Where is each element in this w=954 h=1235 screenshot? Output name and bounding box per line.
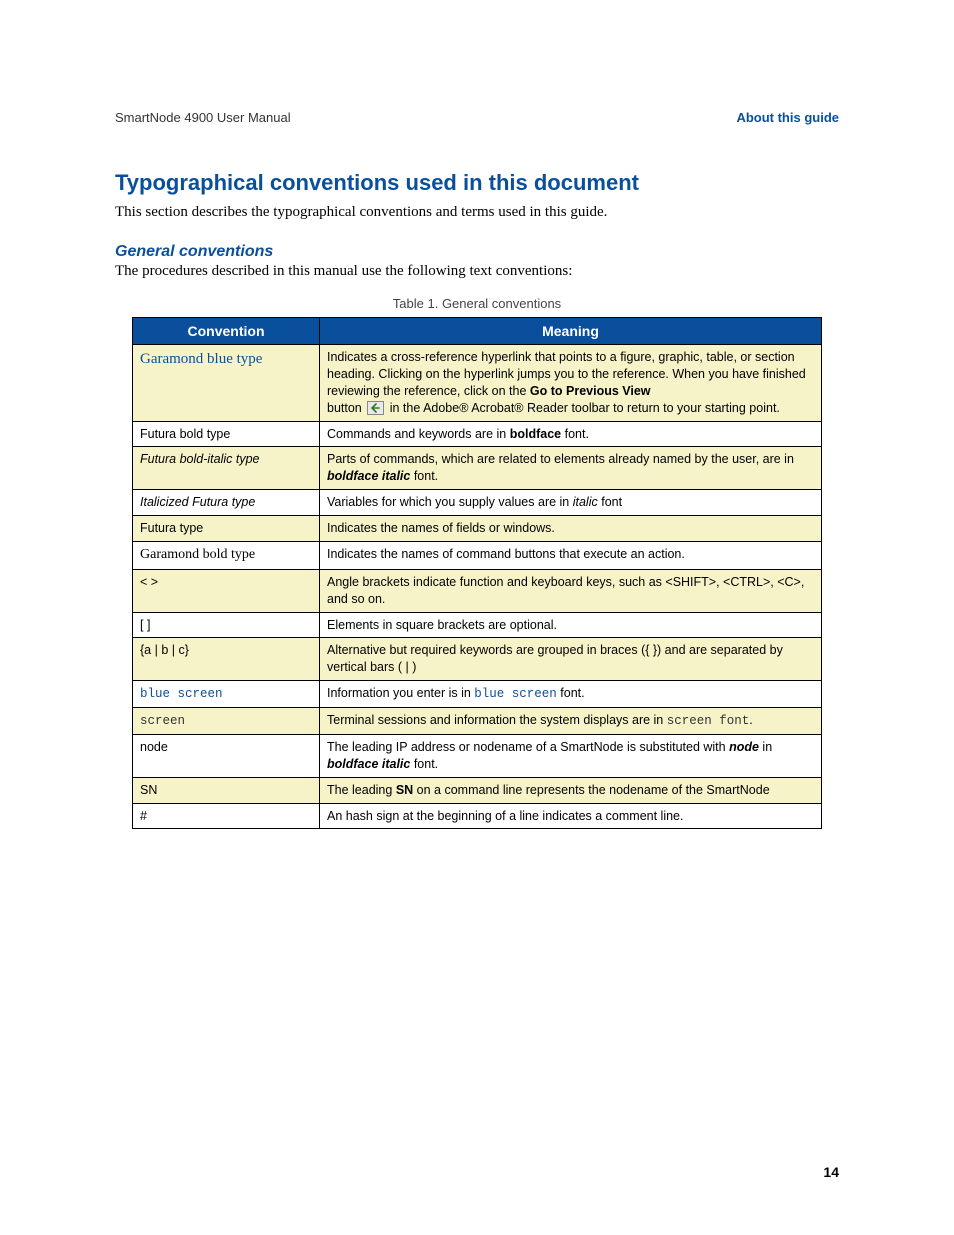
table-row: Futura type Indicates the names of field… [133, 516, 822, 542]
header-section-name: About this guide [736, 110, 839, 125]
table-row: blue screen Information you enter is in … [133, 681, 822, 708]
table-caption: Table 1. General conventions [115, 296, 839, 311]
meaning-cell: Indicates the names of command buttons t… [320, 541, 822, 569]
col-header-meaning: Meaning [320, 318, 822, 345]
table-row: Futura bold-italic type Parts of command… [133, 447, 822, 490]
section-heading: Typographical conventions used in this d… [115, 170, 839, 196]
table-row: # An hash sign at the beginning of a lin… [133, 803, 822, 829]
col-header-convention: Convention [133, 318, 320, 345]
table-row: SN The leading SN on a command line repr… [133, 777, 822, 803]
meaning-cell: Alternative but required keywords are gr… [320, 638, 822, 681]
convention-label: SN [133, 777, 320, 803]
meaning-cell: Angle brackets indicate function and key… [320, 569, 822, 612]
table-row: Garamond blue type Indicates a cross-ref… [133, 345, 822, 422]
page-number: 14 [823, 1164, 839, 1180]
convention-label: < > [133, 569, 320, 612]
subsection-intro: The procedures described in this manual … [115, 263, 839, 280]
table-row: node The leading IP address or nodename … [133, 734, 822, 777]
meaning-cell: Elements in square brackets are optional… [320, 612, 822, 638]
page-header: SmartNode 4900 User Manual About this gu… [115, 110, 839, 125]
meaning-cell: Indicates a cross-reference hyperlink th… [320, 345, 822, 422]
table-row: screen Terminal sessions and information… [133, 708, 822, 735]
meaning-cell: The leading SN on a command line represe… [320, 777, 822, 803]
meaning-cell: Information you enter is in blue screen … [320, 681, 822, 708]
convention-label: Futura bold-italic type [133, 447, 320, 490]
meaning-cell: Variables for which you supply values ar… [320, 490, 822, 516]
convention-label: Futura type [133, 516, 320, 542]
conventions-table: Convention Meaning Garamond blue type In… [132, 317, 822, 829]
convention-label: Futura bold type [133, 421, 320, 447]
convention-label: Garamond blue type [140, 351, 262, 367]
convention-label: node [133, 734, 320, 777]
meaning-cell: Commands and keywords are in boldface fo… [320, 421, 822, 447]
convention-label: blue screen [140, 687, 223, 701]
header-doc-title: SmartNode 4900 User Manual [115, 110, 291, 125]
convention-label: screen [140, 714, 185, 728]
table-row: < > Angle brackets indicate function and… [133, 569, 822, 612]
table-row: [ ] Elements in square brackets are opti… [133, 612, 822, 638]
document-page: SmartNode 4900 User Manual About this gu… [0, 0, 954, 1235]
meaning-cell: An hash sign at the beginning of a line … [320, 803, 822, 829]
convention-label: # [133, 803, 320, 829]
table-row: Futura bold type Commands and keywords a… [133, 421, 822, 447]
meaning-cell: Parts of commands, which are related to … [320, 447, 822, 490]
table-row: {a | b | c} Alternative but required key… [133, 638, 822, 681]
meaning-cell: The leading IP address or nodename of a … [320, 734, 822, 777]
convention-label: Italicized Futura type [133, 490, 320, 516]
convention-label: Garamond bold type [133, 541, 320, 569]
convention-label: {a | b | c} [133, 638, 320, 681]
table-row: Garamond bold type Indicates the names o… [133, 541, 822, 569]
table-row: Italicized Futura type Variables for whi… [133, 490, 822, 516]
meaning-cell: Indicates the names of fields or windows… [320, 516, 822, 542]
subsection-heading: General conventions [115, 243, 839, 261]
back-arrow-icon [367, 401, 384, 415]
section-intro: This section describes the typographical… [115, 204, 839, 221]
meaning-cell: Terminal sessions and information the sy… [320, 708, 822, 735]
convention-label: [ ] [133, 612, 320, 638]
